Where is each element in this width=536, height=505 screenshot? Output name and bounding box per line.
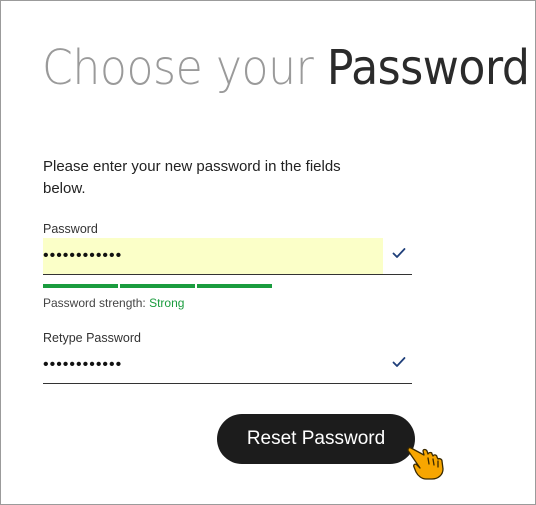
page-title-light: Choose your	[42, 40, 327, 96]
strength-label: Password strength:	[43, 296, 146, 310]
strength-segment	[120, 284, 195, 288]
check-icon	[392, 357, 406, 367]
strength-value: Strong	[149, 296, 185, 310]
intro-text: Please enter your new password in the fi…	[43, 158, 341, 197]
reset-password-button[interactable]: Reset Password	[217, 414, 415, 464]
retype-password-value[interactable]: ••••••••••••	[43, 347, 383, 383]
strength-segment	[197, 284, 272, 288]
hand-pointer-icon	[407, 447, 444, 480]
strength-meter	[43, 284, 272, 288]
page-title: Choose your Password	[42, 38, 530, 98]
check-icon	[392, 248, 406, 258]
password-field[interactable]: ••••••••••••	[43, 238, 412, 275]
strength-segment	[43, 284, 118, 288]
password-value[interactable]: ••••••••••••	[43, 238, 383, 274]
page-title-dark: Password	[326, 40, 530, 96]
strength-status: Password strength: Strong	[43, 296, 184, 310]
password-label: Password	[43, 222, 98, 236]
retype-password-label: Retype Password	[43, 331, 141, 345]
retype-password-field[interactable]: ••••••••••••	[43, 347, 412, 384]
